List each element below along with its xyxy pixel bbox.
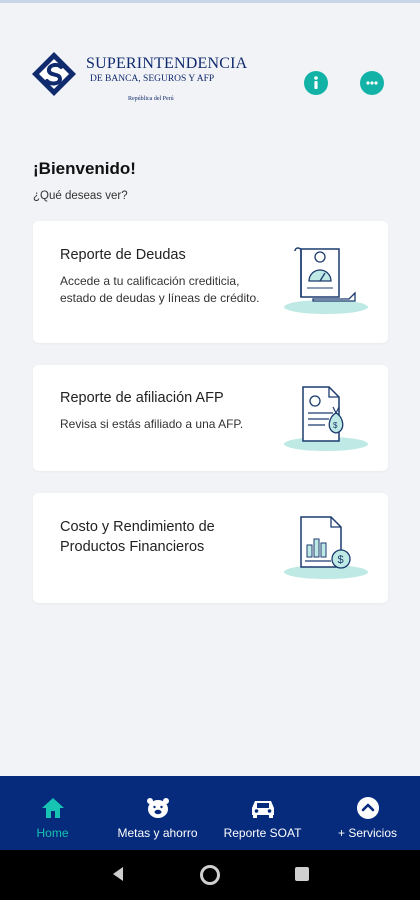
card-description: Accede a tu calificación crediticia, est…	[60, 274, 260, 305]
logo-country: República del Perú	[128, 96, 174, 102]
piggy-bank-icon	[146, 798, 169, 818]
svg-text:$: $	[333, 421, 338, 430]
nav-label: Home	[36, 826, 69, 840]
card-debt-report[interactable]: Reporte de Deudas Accede a tu calificaci…	[33, 221, 388, 343]
welcome-subtitle: ¿Qué deseas ver?	[33, 190, 128, 202]
nav-label: Metas y ahorro	[117, 826, 198, 840]
card-title: Reporte de afiliación AFP	[60, 390, 224, 406]
sbs-logo-mark	[32, 52, 76, 96]
card-description: Revisa si estás afiliado a una AFP.	[60, 417, 244, 431]
car-icon	[251, 801, 274, 818]
logo-subtitle: DE BANCA, SEGUROS Y AFP	[90, 74, 215, 84]
card-afp-affiliation[interactable]: Reporte de afiliación AFP Revisa si está…	[33, 365, 388, 471]
nav-item-home[interactable]: Home	[0, 776, 105, 850]
svg-text:$: $	[338, 554, 344, 566]
nav-item-more-services[interactable]: + Servicios	[315, 776, 420, 850]
nav-label: Reporte SOAT	[223, 826, 302, 840]
back-icon[interactable]	[110, 866, 126, 882]
financial-products-icon: $	[284, 516, 368, 579]
recents-icon[interactable]	[294, 866, 310, 882]
info-button[interactable]	[304, 71, 328, 95]
card-financial-products[interactable]: Costo y Rendimiento de Productos Financi…	[33, 493, 388, 603]
info-icon	[314, 76, 318, 89]
welcome-title: ¡Bienvenido!	[33, 159, 136, 178]
logo-title: SUPERINTENDENCIA	[86, 55, 248, 72]
debt-report-icon	[284, 247, 368, 314]
nav-item-goals-savings[interactable]: Metas y ahorro	[105, 776, 210, 850]
system-navigation-bar	[0, 850, 420, 900]
chat-icon	[366, 81, 378, 85]
home-icon	[41, 798, 64, 818]
nav-label: + Servicios	[337, 826, 398, 840]
card-title: Costo y Rendimiento de Productos Financi…	[60, 519, 215, 555]
bottom-navigation: Home Metas y ahorro Reporte SOAT + Servi…	[0, 776, 420, 850]
chat-button[interactable]	[360, 71, 384, 95]
chevron-up-icon	[356, 797, 379, 819]
card-title: Reporte de Deudas	[60, 247, 186, 263]
nav-item-soat-report[interactable]: Reporte SOAT	[210, 776, 315, 850]
home-circle-icon[interactable]	[199, 864, 221, 886]
sbs-logo: SUPERINTENDENCIA DE BANCA, SEGUROS Y AFP…	[30, 50, 250, 110]
afp-document-icon: $	[284, 386, 368, 451]
app-header: SUPERINTENDENCIA DE BANCA, SEGUROS Y AFP…	[0, 0, 420, 130]
